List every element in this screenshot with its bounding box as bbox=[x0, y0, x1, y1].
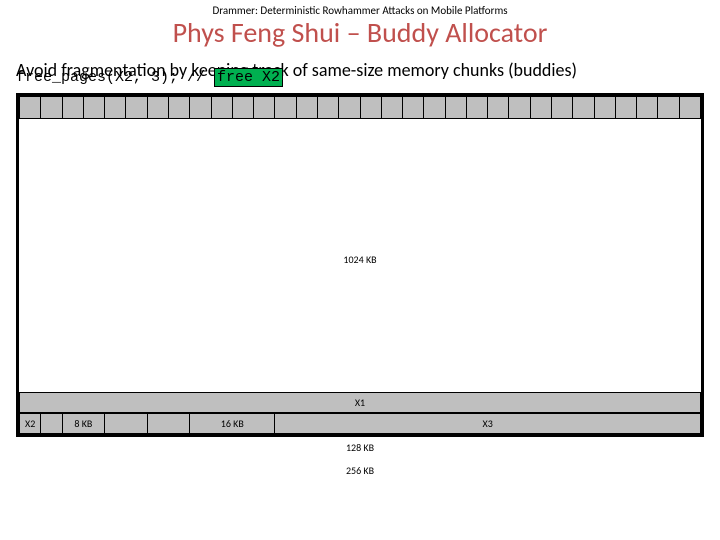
mem-cell bbox=[20, 96, 41, 118]
diagram-x1-row: X1 bbox=[19, 392, 701, 413]
label-128kb: 128 KB bbox=[16, 441, 704, 454]
label-256kb: 256 KB bbox=[16, 464, 704, 477]
cell-16kb: 16 KB bbox=[190, 413, 275, 433]
cell-x1: X1 bbox=[20, 392, 701, 412]
label-1024kb: 1024 KB bbox=[19, 253, 701, 266]
code-line: free_pages(X2, 3); // free X2 bbox=[16, 68, 704, 87]
code-prefix: free_pages(X2, 3); // bbox=[16, 69, 214, 86]
diagram-bottom-row: X2 8 KB 16 KB X3 bbox=[19, 413, 701, 434]
slide-title: Phys Feng Shui – Buddy Allocator bbox=[0, 15, 720, 50]
memory-diagram: 1024 KB X1 X2 8 KB 16 KB bbox=[16, 93, 704, 437]
diagram-top-grid bbox=[19, 96, 701, 119]
cell-8kb: 8 KB bbox=[62, 413, 105, 433]
cell-x3: X3 bbox=[275, 413, 701, 433]
cell-empty-small bbox=[41, 413, 62, 433]
cell-empty-mid bbox=[105, 413, 148, 433]
cell-x2: X2 bbox=[20, 413, 41, 433]
code-highlight: free X2 bbox=[214, 68, 283, 87]
cell-empty-mid2 bbox=[147, 413, 190, 433]
